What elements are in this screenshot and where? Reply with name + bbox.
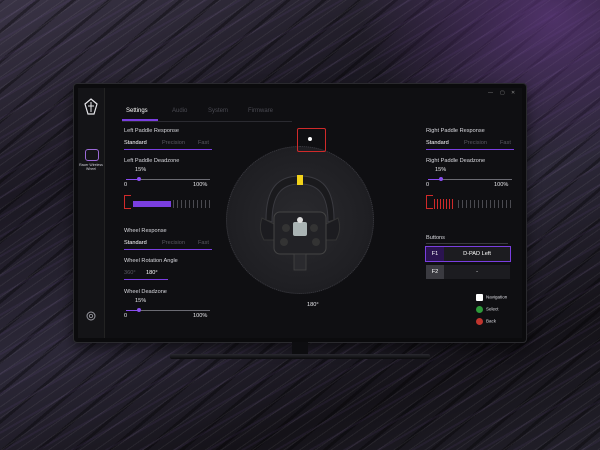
sidebar: Racer Wireless Wheel (78, 88, 105, 338)
wheel-deadzone-value: 15% (135, 298, 147, 304)
right-paddle-meter-active (434, 199, 454, 209)
tab-audio[interactable]: Audio (172, 108, 187, 114)
button-mapping-row-f1[interactable]: F1 D-PAD Left (425, 246, 511, 262)
minimize-button[interactable]: — (488, 90, 493, 96)
rotation-angle-underline (124, 279, 168, 280)
device-label: Racer Wireless Wheel (79, 163, 103, 171)
right-paddle-deadzone-label: Right Paddle Deadzone (426, 158, 486, 164)
buttons-section-label: Buttons (426, 235, 445, 241)
button-mapping-row-f2[interactable]: F2 - (426, 265, 510, 279)
right-paddle-deadzone-min: 0 (426, 182, 430, 188)
right-paddle-fast-option[interactable]: Fast (500, 140, 511, 146)
left-paddle-deadzone-min: 0 (124, 182, 128, 188)
button-value-f1: D-PAD Left (444, 247, 510, 261)
wheel-deadzone-max: 100% (193, 313, 208, 319)
left-paddle-meter-ticks (173, 200, 213, 208)
maximize-button[interactable]: ▢ (500, 90, 505, 96)
paddle-indicator-dot (308, 137, 312, 141)
right-paddle-deadzone-value: 15% (435, 167, 447, 173)
legend-select: Select (476, 306, 499, 314)
left-paddle-deadzone-label: Left Paddle Deadzone (124, 158, 180, 164)
left-paddle-deadzone-value: 15% (135, 167, 147, 173)
close-button[interactable]: ✕ (511, 90, 515, 96)
right-paddle-meter-bracket (426, 195, 433, 209)
legend-back: Back (476, 318, 496, 326)
right-paddle-precision-option[interactable]: Precision (464, 140, 487, 146)
tab-firmware[interactable]: Firmware (248, 108, 273, 114)
left-paddle-meter-bracket (124, 195, 131, 209)
wheel-response-fast-option[interactable]: Fast (198, 240, 209, 246)
tab-system[interactable]: System (208, 108, 228, 114)
left-paddle-meter-fill (133, 201, 171, 207)
steering-wheel-image (259, 175, 341, 271)
right-paddle-standard-option[interactable]: Standard (426, 140, 449, 146)
left-paddle-deadzone-knob[interactable] (136, 177, 141, 181)
tab-settings[interactable]: Settings (126, 108, 148, 114)
wheel-rotation-angle-label: Wheel Rotation Angle (124, 258, 178, 264)
left-paddle-response-label: Left Paddle Response (124, 128, 180, 134)
wheel-deadzone-min: 0 (124, 313, 128, 319)
button-key-f1: F1 (426, 247, 444, 261)
app-window: Racer Wireless Wheel — ▢ ✕ Settings Audi… (78, 88, 522, 338)
legend-navigation: Navigation (476, 294, 507, 302)
right-paddle-deadzone-max: 100% (494, 182, 509, 188)
wheel-response-precision-option[interactable]: Precision (162, 240, 185, 246)
button-key-f2: F2 (426, 265, 444, 279)
right-paddle-meter-ticks (458, 200, 512, 208)
right-paddle-deadzone-knob[interactable] (438, 177, 443, 181)
button-value-f2: - (444, 265, 510, 279)
wheel-response-standard-option[interactable]: Standard (124, 240, 147, 246)
turtle-beach-logo-icon (84, 98, 98, 115)
right-paddle-response-underline (426, 149, 514, 150)
buttons-section-divider (426, 243, 508, 244)
monitor-stand-base (170, 354, 430, 359)
wheel-response-underline (124, 249, 212, 250)
left-paddle-precision-option[interactable]: Precision (162, 140, 185, 146)
a-button-icon (476, 306, 483, 313)
left-paddle-standard-option[interactable]: Standard (124, 140, 147, 146)
left-paddle-deadzone-max: 100% (193, 182, 208, 188)
left-paddle-response-underline (124, 149, 212, 150)
wheel-deadzone-knob[interactable] (136, 308, 141, 312)
rotation-180-option[interactable]: 180° (146, 270, 158, 276)
wheel-device-icon[interactable] (85, 149, 99, 161)
wheel-deadzone-label: Wheel Deadzone (124, 289, 167, 295)
left-paddle-fast-option[interactable]: Fast (198, 140, 209, 146)
wheel-response-label: Wheel Response (124, 228, 167, 234)
rotation-degree-label: 180° (307, 302, 319, 308)
right-paddle-response-label: Right Paddle Response (426, 128, 485, 134)
tab-divider (122, 121, 292, 122)
gear-icon[interactable] (85, 310, 97, 322)
rotation-360-option[interactable]: 360° (124, 270, 136, 276)
b-button-icon (476, 318, 483, 325)
dpad-icon (476, 294, 483, 301)
